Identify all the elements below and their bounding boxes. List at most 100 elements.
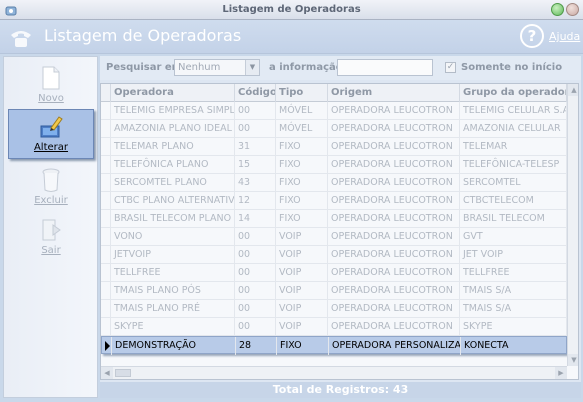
starts-with-label: Somente no início: [461, 62, 563, 73]
cell-origem: OPERADORA PERSONALIZADA: [329, 337, 461, 355]
cell-tipo: VOIP: [276, 228, 328, 246]
cell-origem: OPERADORA LEUCOTRON: [328, 156, 460, 174]
search-field-select[interactable]: Nenhum ▼: [174, 59, 260, 76]
search-input[interactable]: [337, 59, 433, 76]
cell-tipo: VOIP: [276, 264, 328, 282]
table-row[interactable]: VONO 00 VOIP OPERADORA LEUCOTRON GVT: [101, 228, 567, 246]
cell-grupo: TMAIS S/A: [460, 282, 567, 300]
close-button[interactable]: [566, 3, 579, 16]
cell-codigo: 00: [235, 300, 276, 318]
cell-tipo: FIXO: [277, 337, 329, 355]
cell-grupo: KONECTA: [461, 337, 568, 355]
cell-codigo: 14: [235, 210, 276, 228]
cell-origem: OPERADORA LEUCOTRON: [328, 120, 460, 138]
table-row[interactable]: TELEFÔNICA PLANO 15 FIXO OPERADORA LEUCOTRO…: [101, 156, 567, 174]
table-row[interactable]: TELEMAR PLANO 31 FIXO OPERADORA LEUCOTRON TE…: [101, 138, 567, 156]
scroll-up-arrow-icon[interactable]: ▲: [568, 84, 578, 96]
cell-operadora: TMAIS PLANO PÓS: [111, 282, 235, 300]
table-row[interactable]: SERCOMTEL PLANO 43 FIXO OPERADORA LEUCOTRON…: [101, 174, 567, 192]
column-header-origem[interactable]: Origem: [328, 84, 460, 102]
table-row[interactable]: CTBC PLANO ALTERNATIVO 12 FIXO OPERADORA LE…: [101, 192, 567, 210]
new-button[interactable]: Novo: [8, 61, 94, 111]
cell-operadora: BRASIL TELECOM PLANO: [111, 210, 235, 228]
row-indicator: [101, 174, 111, 192]
cell-tipo: VOIP: [276, 318, 328, 336]
operators-table[interactable]: Operadora Código Tipo Origem Grupo da op…: [100, 83, 579, 380]
scroll-left-arrow-icon[interactable]: ◀: [101, 367, 113, 379]
cell-tipo: VOIP: [276, 282, 328, 300]
chevron-down-icon[interactable]: ▼: [245, 60, 259, 75]
row-indicator: [101, 300, 111, 318]
delete-button-label: Excluir: [34, 195, 68, 206]
vertical-scrollbar[interactable]: ▲ ▼: [567, 84, 578, 366]
row-indicator: [101, 264, 111, 282]
cell-origem: OPERADORA LEUCOTRON: [328, 246, 460, 264]
cell-codigo: 00: [235, 120, 276, 138]
table-row[interactable]: BRASIL TELECOM PLANO 14 FIXO OPERADORA LEUC…: [101, 210, 567, 228]
table-row[interactable]: JETVOIP 00 VOIP OPERADORA LEUCOTRON JET VOIP: [101, 246, 567, 264]
column-header-tipo[interactable]: Tipo: [276, 84, 328, 102]
page-header: Listagem de Operadoras ? Ajuda: [0, 20, 583, 54]
delete-button[interactable]: Excluir: [8, 163, 94, 213]
table-row[interactable]: TMAIS PLANO PÓS 00 VOIP OPERADORA LEUCOTRON…: [101, 282, 567, 300]
help-link[interactable]: Ajuda: [549, 30, 580, 43]
table-row[interactable]: TELLFREE 00 VOIP OPERADORA LEUCOTRON TELLFRE…: [101, 264, 567, 282]
cell-codigo: 15: [235, 156, 276, 174]
cell-codigo: 28: [236, 337, 277, 355]
cell-origem: OPERADORA LEUCOTRON: [328, 264, 460, 282]
table-row[interactable]: TMAIS PLANO PRÉ 00 VOIP OPERADORA LEUCOTRON…: [101, 300, 567, 318]
cell-codigo: 31: [235, 138, 276, 156]
scroll-down-arrow-icon[interactable]: ▼: [568, 354, 578, 366]
cell-grupo: SKYPE: [460, 318, 567, 336]
title-bar: Listagem de Operadoras: [0, 0, 583, 20]
row-indicator: [101, 282, 111, 300]
trash-icon: [42, 168, 60, 192]
column-header-grupo[interactable]: Grupo da operadora: [460, 84, 567, 102]
table-row[interactable]: SKYPE 00 VOIP OPERADORA LEUCOTRON SKYPE: [101, 318, 567, 336]
minimize-button[interactable]: [551, 3, 564, 16]
row-indicator: [101, 120, 111, 138]
row-indicator: [101, 318, 111, 336]
horizontal-scrollbar[interactable]: ◀ ▶: [101, 366, 567, 379]
cell-grupo: TELEMAR: [460, 138, 567, 156]
edit-button[interactable]: Alterar: [8, 109, 94, 159]
row-indicator: [101, 246, 111, 264]
table-row[interactable]: TELEMIG EMPRESA SIMPLES 00 MÓVEL OPERADORA …: [101, 102, 567, 120]
cell-origem: OPERADORA LEUCOTRON: [328, 102, 460, 120]
cell-operadora: SERCOMTEL PLANO: [111, 174, 235, 192]
starts-with-checkbox[interactable]: ✓: [445, 62, 456, 73]
cell-origem: OPERADORA LEUCOTRON: [328, 138, 460, 156]
sidebar: Novo Alterar Excluir Sair: [3, 56, 98, 398]
edit-pencil-icon: [40, 116, 63, 138]
table-row[interactable]: DEMONSTRAÇÃO 28 FIXO OPERADORA PERSONALIZAD…: [101, 336, 568, 355]
search-bar: Pesquisar em Nenhum ▼ a informação ✓ Som…: [100, 56, 581, 80]
app-phone-icon: [5, 6, 17, 16]
cell-operadora: TELLFREE: [111, 264, 235, 282]
horizontal-scroll-thumb[interactable]: [115, 369, 131, 377]
cell-origem: OPERADORA LEUCOTRON: [328, 174, 460, 192]
column-header-operadora[interactable]: Operadora: [111, 84, 235, 102]
cell-grupo: JET VOIP: [460, 246, 567, 264]
exit-button-label: Sair: [41, 245, 61, 256]
cell-tipo: FIXO: [276, 192, 328, 210]
help-icon[interactable]: ?: [520, 24, 544, 48]
cell-operadora: TELEMAR PLANO: [111, 138, 235, 156]
scroll-right-arrow-icon[interactable]: ▶: [555, 367, 567, 379]
new-button-label: Novo: [38, 93, 64, 104]
cell-origem: OPERADORA LEUCOTRON: [328, 228, 460, 246]
page-title: Listagem de Operadoras: [44, 26, 242, 45]
exit-door-icon: [42, 219, 61, 241]
row-indicator: [101, 102, 111, 120]
exit-button[interactable]: Sair: [8, 213, 94, 263]
row-indicator: [101, 156, 111, 174]
header-indicator: [101, 84, 111, 102]
edit-button-label: Alterar: [33, 142, 69, 153]
cell-codigo: 00: [235, 318, 276, 336]
column-header-codigo[interactable]: Código: [235, 84, 276, 102]
cell-codigo: 00: [235, 282, 276, 300]
cell-tipo: FIXO: [276, 156, 328, 174]
table-row[interactable]: AMAZONIA PLANO IDEAL 75 00 MÓVEL OPERADORA …: [101, 120, 567, 138]
row-indicator: [101, 228, 111, 246]
cell-operadora: DEMONSTRAÇÃO: [112, 337, 236, 355]
cell-grupo: TELLFREE: [460, 264, 567, 282]
